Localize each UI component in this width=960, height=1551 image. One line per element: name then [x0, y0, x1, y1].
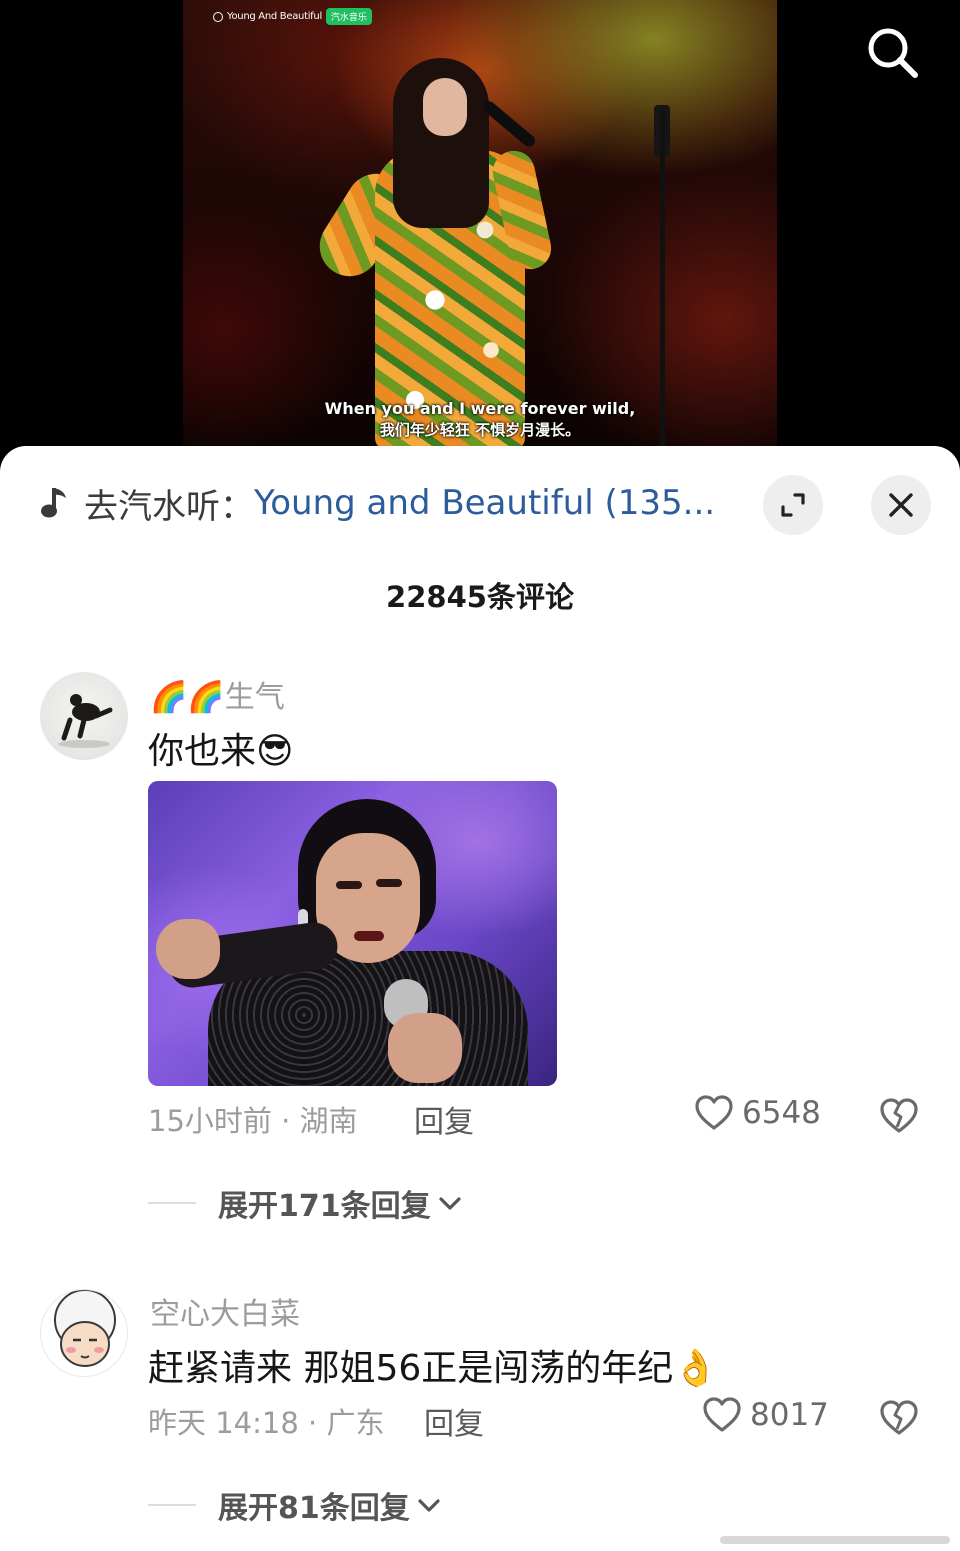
expand-replies-button[interactable]: 展开81条回复 — [148, 1483, 442, 1527]
music-link-bar[interactable]: 去汽水听： Young and Beautiful (135... — [40, 480, 740, 527]
heart-outline-icon — [695, 1095, 733, 1130]
mic-stand — [660, 110, 665, 446]
comment-time-location: 昨天 14:18 · 广东 — [148, 1406, 385, 1440]
reply-button[interactable]: 回复 — [414, 1097, 474, 1141]
music-link-prefix: 去汽水听： — [84, 486, 254, 527]
reply-button[interactable]: 回复 — [424, 1399, 484, 1443]
song-tag-title: Young And Beautiful — [227, 11, 322, 22]
chevron-down-icon — [439, 1197, 461, 1210]
video-player[interactable]: Young And Beautiful 汽水音乐 When you and I … — [0, 0, 960, 470]
like-button[interactable]: 6548 — [694, 1094, 821, 1132]
heart-outline-icon — [703, 1397, 741, 1432]
app-badge: 汽水音乐 — [325, 8, 372, 25]
comment-time-location: 15小时前 · 湖南 — [148, 1104, 358, 1138]
handheld-mic — [480, 98, 538, 150]
image-figure-pointing-hand — [156, 919, 220, 979]
music-note-icon — [41, 488, 66, 518]
expand-icon — [781, 493, 805, 517]
expand-replies-label: 展开81条回复 — [218, 1491, 410, 1526]
image-figure-eye — [376, 879, 402, 887]
like-count: 6548 — [742, 1095, 821, 1131]
comment-username[interactable]: 🌈🌈生气 — [150, 672, 285, 716]
chevron-down-icon — [418, 1499, 440, 1512]
comment-username[interactable]: 空心大白菜 — [150, 1289, 300, 1333]
close-button[interactable] — [871, 475, 931, 535]
comment-sheet: 去汽水听： Young and Beautiful (135... 22845条… — [0, 446, 960, 1551]
subtitle-chinese: 我们年少轻狂 不惧岁月漫长。 — [379, 421, 581, 439]
divider-line — [148, 1504, 196, 1506]
singer-face — [423, 78, 467, 136]
avatar[interactable] — [40, 672, 128, 760]
comment-image[interactable] — [148, 781, 557, 1086]
video-frame[interactable]: Young And Beautiful 汽水音乐 When you and I … — [183, 0, 777, 446]
image-figure-eye — [336, 881, 362, 889]
search-icon — [868, 28, 918, 78]
close-icon — [889, 493, 913, 517]
comment-count: 22845条评论 — [386, 580, 574, 614]
like-button[interactable]: 8017 — [702, 1396, 829, 1434]
comment-text: 你也来😎 — [148, 731, 294, 772]
song-tag[interactable]: Young And Beautiful 汽水音乐 — [213, 8, 372, 25]
music-link-title[interactable]: Young and Beautiful (135... — [254, 483, 715, 523]
avatar-figure — [58, 694, 113, 748]
broken-heart-icon[interactable] — [879, 1398, 919, 1438]
video-subtitles: When you and I were forever wild, 我们年少轻狂… — [183, 398, 777, 440]
comment-text: 赶紧请来 那姐56正是闯荡的年纪👌 — [148, 1348, 719, 1389]
subtitle-english: When you and I were forever wild, — [324, 399, 636, 418]
home-indicator[interactable] — [720, 1536, 950, 1544]
expand-replies-button[interactable]: 展开171条回复 — [148, 1181, 463, 1225]
page: Young And Beautiful 汽水音乐 When you and I … — [0, 0, 960, 1551]
mini-search-icon — [213, 11, 223, 22]
avatar[interactable] — [40, 1289, 128, 1377]
like-count: 8017 — [750, 1397, 829, 1433]
image-figure-mic-hand — [388, 1013, 462, 1083]
search-button[interactable] — [864, 25, 920, 81]
image-figure-lips — [354, 931, 384, 941]
avatar-cartoon — [54, 1290, 116, 1367]
expand-replies-label: 展开171条回复 — [218, 1189, 431, 1224]
broken-heart-icon[interactable] — [879, 1096, 919, 1136]
divider-line — [148, 1202, 196, 1204]
expand-button[interactable] — [763, 475, 823, 535]
